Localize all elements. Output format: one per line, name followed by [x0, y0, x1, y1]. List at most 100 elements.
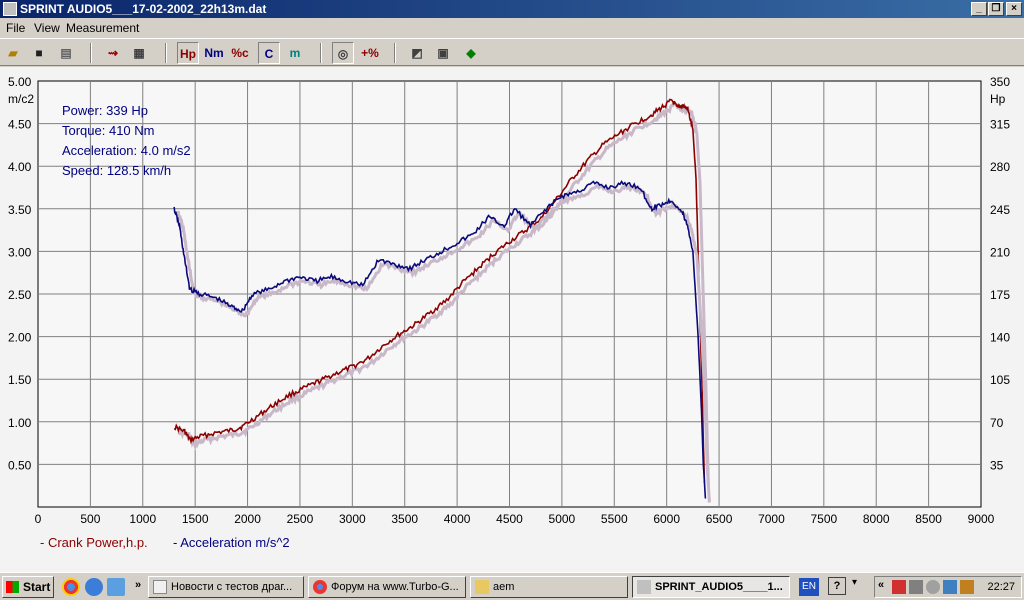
x-tick-label: 8000 — [863, 512, 890, 526]
readout-torque: Torque: 410 Nm — [62, 123, 155, 138]
x-tick-label: 2000 — [234, 512, 261, 526]
x-tick-label: 2500 — [287, 512, 314, 526]
start-button[interactable]: Start — [2, 576, 54, 598]
nm-button[interactable]: Nm — [203, 42, 225, 64]
volume-icon[interactable] — [909, 580, 923, 594]
restore-button[interactable]: ❐ — [988, 2, 1004, 16]
right-tick-label: 140 — [990, 331, 1010, 345]
menu-view[interactable]: View — [34, 21, 60, 35]
title-bar: SPRINT AUDIO5___17-02-2002_22h13m.dat _ … — [0, 0, 1024, 18]
readout-speed: Speed: 128.5 km/h — [62, 163, 171, 178]
readout-acceleration: Acceleration: 4.0 m/s2 — [62, 143, 191, 158]
x-tick-label: 8500 — [915, 512, 942, 526]
minimize-button[interactable]: _ — [971, 2, 987, 16]
x-tick-label: 6500 — [706, 512, 733, 526]
right-tick-label: 210 — [990, 245, 1010, 259]
taskbar: Start » Новости с тестов драг... Форум н… — [0, 572, 1024, 600]
chart-svg: 0 500 1000 1500 2000 2500 3000 3500 4000 4500 5000… — [8, 75, 1010, 550]
percent-button[interactable]: %c — [229, 42, 251, 64]
left-axis-unit: m/c2 — [8, 92, 34, 106]
save-icon[interactable]: ■ — [28, 42, 50, 64]
x-tick-label: 5500 — [601, 512, 628, 526]
right-tick-label: 105 — [990, 373, 1010, 387]
close-button[interactable]: × — [1006, 2, 1022, 16]
menu-file[interactable]: File — [6, 21, 25, 35]
x-tick-label: 9000 — [968, 512, 995, 526]
x-tick-label: 3500 — [391, 512, 418, 526]
folder-icon — [475, 580, 489, 594]
m-button[interactable]: m — [284, 42, 306, 64]
quicklaunch-chevron-icon[interactable]: » — [135, 579, 141, 591]
right-tick-label: 175 — [990, 288, 1010, 302]
tray-expand-icon[interactable]: « — [878, 579, 884, 591]
left-tick-label: 1.00 — [8, 416, 32, 430]
left-tick-label: 4.00 — [8, 160, 32, 174]
task-item[interactable]: aem — [470, 576, 628, 598]
left-tick-label: 0.50 — [8, 458, 32, 472]
right-tick-label: 315 — [990, 118, 1010, 132]
print-icon[interactable]: ▤ — [55, 42, 77, 64]
x-tick-label: 7000 — [758, 512, 785, 526]
x-tick-label: 3000 — [339, 512, 366, 526]
car-icon[interactable]: ⇝ — [102, 42, 124, 64]
app-icon — [3, 2, 17, 16]
c-button[interactable]: C — [258, 42, 280, 64]
left-tick-label: 3.50 — [8, 203, 32, 217]
menu-bar: File View Measurement — [0, 18, 1024, 38]
x-tick-label: 1000 — [129, 512, 156, 526]
left-tick-label: 2.50 — [8, 288, 32, 302]
tray-disk-icon[interactable] — [926, 580, 940, 594]
tray-network-icon[interactable] — [943, 580, 957, 594]
left-tick-label: 5.00 — [8, 75, 32, 89]
dyno-chart: 0 500 1000 1500 2000 2500 3000 3500 4000 4500 5000… — [0, 67, 1024, 572]
language-indicator[interactable]: EN — [799, 578, 819, 596]
right-tick-label: 350 — [990, 75, 1010, 89]
document-icon — [153, 580, 167, 594]
film-icon[interactable]: ▣ — [432, 42, 454, 64]
right-tick-label: 35 — [990, 458, 1004, 472]
tray-chart-icon[interactable] — [960, 580, 974, 594]
app-icon — [637, 580, 651, 594]
right-tick-label: 280 — [990, 160, 1010, 174]
x-tick-label: 7500 — [810, 512, 837, 526]
plus-percent-button[interactable]: +% — [359, 42, 381, 64]
toolbar: ▰ ■ ▤ ⇝ ▦ Hp Nm %c C m ◎ +% ◩ ▣ ◆ — [0, 38, 1024, 66]
x-tick-label: 0 — [35, 512, 42, 526]
windows-logo-icon — [6, 581, 19, 593]
open-folder-icon[interactable]: ▰ — [2, 42, 24, 64]
left-tick-label: 1.50 — [8, 373, 32, 387]
right-tick-label: 245 — [990, 203, 1010, 217]
help-icon[interactable]: ? — [828, 577, 846, 595]
ie-icon[interactable] — [85, 578, 103, 596]
legend-crank-power: - Crank Power,h.p. — [40, 535, 148, 550]
clock: 22:27 — [987, 581, 1015, 593]
graph-icon[interactable]: ◩ — [406, 42, 428, 64]
chart-view-icon[interactable]: ▦ — [128, 42, 150, 64]
x-tick-label: 1500 — [182, 512, 209, 526]
x-tick-label: 6000 — [653, 512, 680, 526]
outlook-icon[interactable] — [107, 578, 125, 596]
left-tick-label: 3.00 — [8, 245, 32, 259]
chrome-icon[interactable] — [62, 578, 80, 596]
window-title: SPRINT AUDIO5___17-02-2002_22h13m.dat — [20, 2, 267, 16]
left-tick-label: 4.50 — [8, 118, 32, 132]
chrome-icon — [313, 580, 327, 594]
x-tick-label: 5000 — [549, 512, 576, 526]
gauge-icon[interactable]: ◎ — [332, 42, 354, 64]
readout-power: Power: 339 Hp — [62, 103, 148, 118]
tray-app-icon[interactable] — [892, 580, 906, 594]
task-item-active[interactable]: SPRINT_AUDIO5____1... — [632, 576, 790, 598]
system-tray: « 22:27 — [874, 576, 1022, 598]
right-tick-label: 70 — [990, 416, 1004, 430]
task-item[interactable]: Форум на www.Turbo-G... — [308, 576, 466, 598]
x-tick-label: 4000 — [444, 512, 471, 526]
arrow-down-icon[interactable]: ▾ — [852, 577, 857, 588]
task-item[interactable]: Новости с тестов драг... — [148, 576, 304, 598]
x-tick-label: 4500 — [496, 512, 523, 526]
legend-acceleration: - Acceleration m/s^2 — [173, 535, 290, 550]
export-icon[interactable]: ◆ — [460, 42, 482, 64]
hp-button[interactable]: Hp — [177, 42, 199, 64]
left-tick-label: 2.00 — [8, 331, 32, 345]
x-tick-label: 500 — [80, 512, 100, 526]
menu-measurement[interactable]: Measurement — [66, 21, 139, 35]
